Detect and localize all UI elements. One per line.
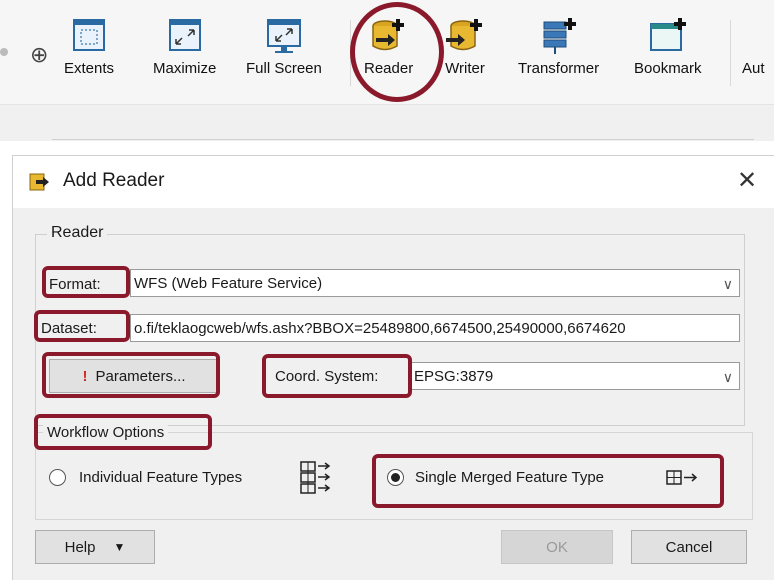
bookmark-button[interactable]: Bookmark — [634, 16, 702, 77]
ok-label: OK — [546, 538, 568, 556]
warning-icon: ! — [82, 367, 88, 385]
reader-label: Reader — [364, 60, 414, 77]
reader-group-label: Reader — [47, 224, 108, 242]
dataset-value: o.fi/teklaogcweb/wfs.ashx?BBOX=25489800,… — [134, 320, 626, 337]
individual-feature-types-option[interactable]: Individual Feature Types — [49, 461, 309, 495]
multiple-feature-types-icon — [300, 461, 331, 494]
caret-down-icon: ▼ — [113, 540, 126, 554]
add-transformer-icon — [543, 18, 576, 54]
add-bookmark-icon — [649, 18, 686, 51]
add-reader-icon — [29, 173, 49, 191]
maximize-label: Maximize — [153, 60, 217, 77]
ribbon-toolbar: ⊕ Extents Maximize Full Screen Reader Wr… — [0, 0, 774, 105]
help-label: Help — [64, 538, 96, 556]
cancel-button[interactable]: Cancel — [631, 530, 747, 564]
full-screen-button[interactable]: Full Screen — [246, 16, 322, 77]
writer-label: Writer — [445, 60, 485, 77]
auto-label: Aut — [742, 60, 765, 77]
full-screen-label: Full Screen — [246, 60, 322, 77]
dialog-titlebar: Add Reader ✕ — [13, 156, 774, 208]
format-value: WFS (Web Feature Service) — [134, 275, 323, 292]
zoom-in-icon[interactable]: ⊕ — [30, 42, 48, 68]
ok-button[interactable]: OK — [501, 530, 613, 564]
dialog-title: Add Reader — [63, 170, 165, 191]
auto-button[interactable]: Aut — [742, 60, 765, 77]
toolbar-separator — [350, 20, 351, 86]
bookmark-label: Bookmark — [634, 60, 702, 77]
toolbar-separator — [730, 20, 731, 86]
dataset-label: Dataset: — [41, 320, 97, 337]
cancel-label: Cancel — [665, 538, 713, 556]
add-reader-dialog: Add Reader ✕ Reader Format: WFS (Web Fea… — [12, 155, 774, 580]
reader-button[interactable]: Reader — [364, 16, 413, 77]
maximize-icon — [168, 19, 201, 51]
chevron-down-icon: ∨ — [722, 369, 733, 385]
dataset-input[interactable]: o.fi/teklaogcweb/wfs.ashx?BBOX=25489800,… — [130, 314, 740, 342]
help-button[interactable]: Help ▼ — [35, 530, 155, 564]
parameters-label: Parameters... — [95, 367, 186, 385]
extents-button[interactable]: Extents — [64, 16, 114, 77]
merged-feature-type-icon — [666, 470, 698, 485]
radio-unselected[interactable] — [49, 469, 66, 486]
individual-feature-types-label: Individual Feature Types — [79, 469, 243, 486]
coord-system-select[interactable]: EPSG:3879 ∨ — [410, 362, 740, 390]
add-reader-icon — [371, 19, 404, 51]
full-screen-icon — [266, 19, 301, 53]
add-writer-icon — [446, 19, 482, 51]
parameters-button[interactable]: ! Parameters... — [49, 359, 219, 393]
close-icon[interactable]: ✕ — [737, 166, 757, 195]
chevron-down-icon: ∨ — [722, 276, 733, 292]
coord-system-value: EPSG:3879 — [414, 368, 494, 385]
extents-icon — [73, 19, 106, 51]
writer-button[interactable]: Writer — [444, 16, 486, 77]
coord-system-label: Coord. System: — [275, 368, 379, 385]
format-label: Format: — [49, 276, 101, 293]
single-merged-feature-type-label: Single Merged Feature Type — [415, 469, 605, 486]
toolbar-grip — [0, 48, 8, 56]
format-select[interactable]: WFS (Web Feature Service) ∨ — [130, 269, 740, 297]
workflow-options-label: Workflow Options — [43, 424, 169, 441]
maximize-button[interactable]: Maximize — [153, 16, 216, 77]
secondary-toolbar-strip — [0, 105, 774, 141]
transformer-label: Transformer — [518, 60, 600, 77]
extents-label: Extents — [64, 60, 115, 77]
transformer-button[interactable]: Transformer — [518, 16, 599, 77]
radio-selected[interactable] — [387, 469, 404, 486]
